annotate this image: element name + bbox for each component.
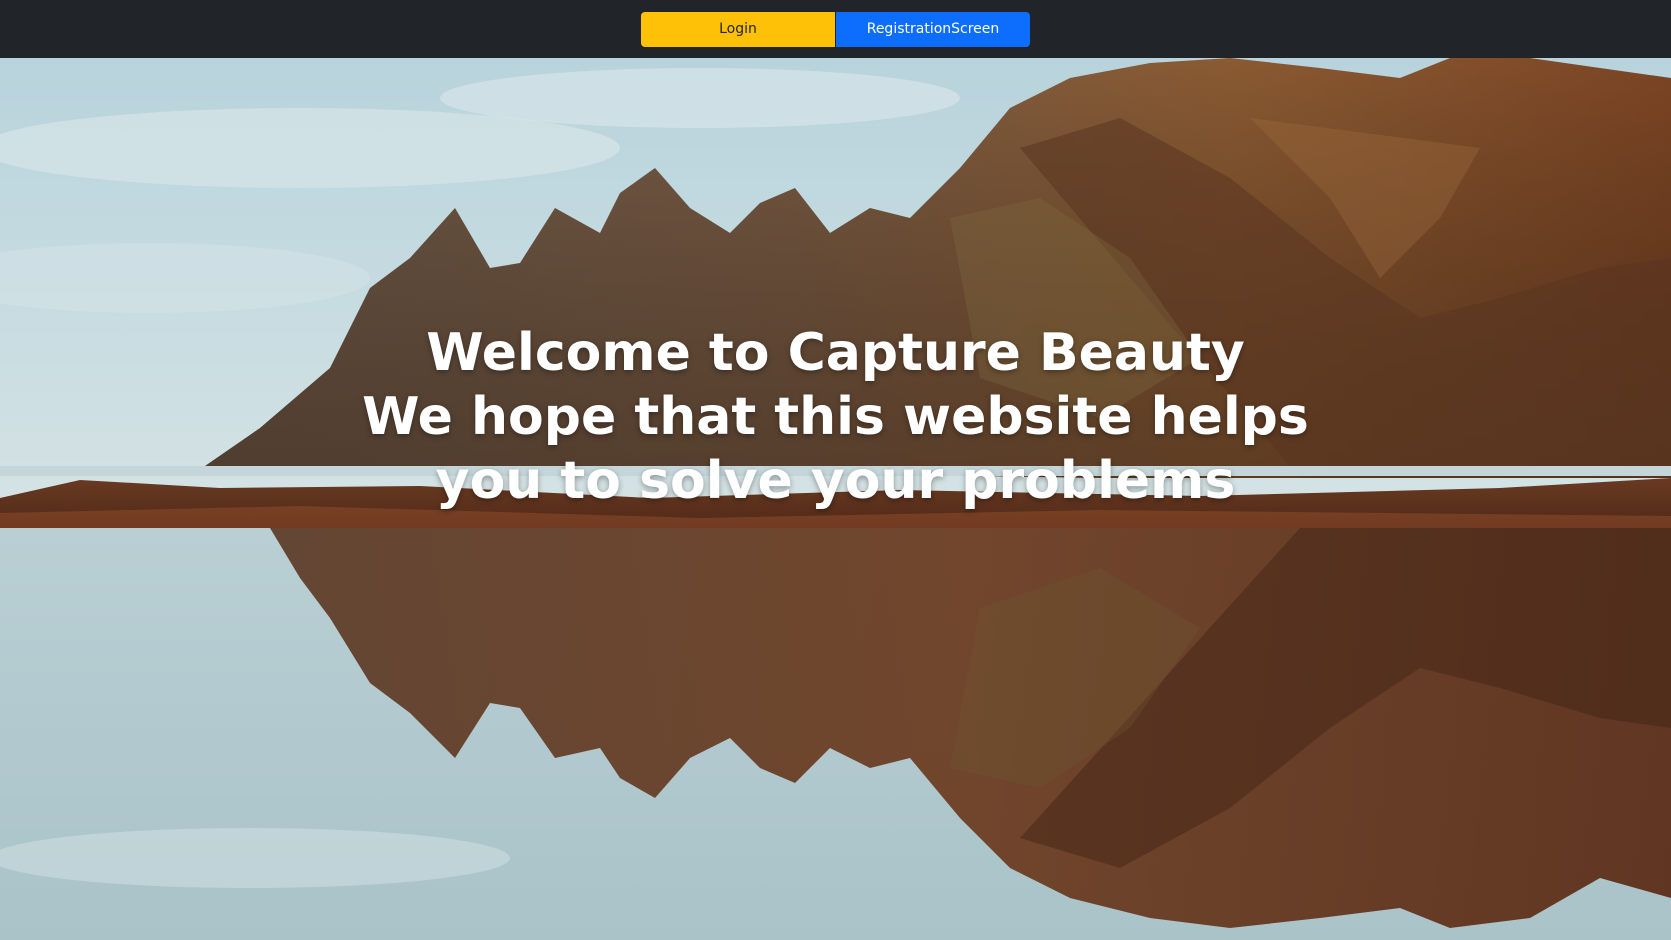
hero-heading: Welcome to Capture Beauty We hope that t… xyxy=(0,321,1671,513)
hero-section: Welcome to Capture Beauty We hope that t… xyxy=(0,58,1671,940)
login-button[interactable]: Login xyxy=(641,11,835,47)
top-navbar: Login RegistrationScreen xyxy=(0,0,1671,58)
hero-line-1: Welcome to Capture Beauty xyxy=(426,323,1245,383)
hero-line-2: We hope that this website helps xyxy=(362,387,1309,447)
hero-line-3: you to solve your problems xyxy=(435,451,1236,511)
registration-button[interactable]: RegistrationScreen xyxy=(836,11,1030,47)
